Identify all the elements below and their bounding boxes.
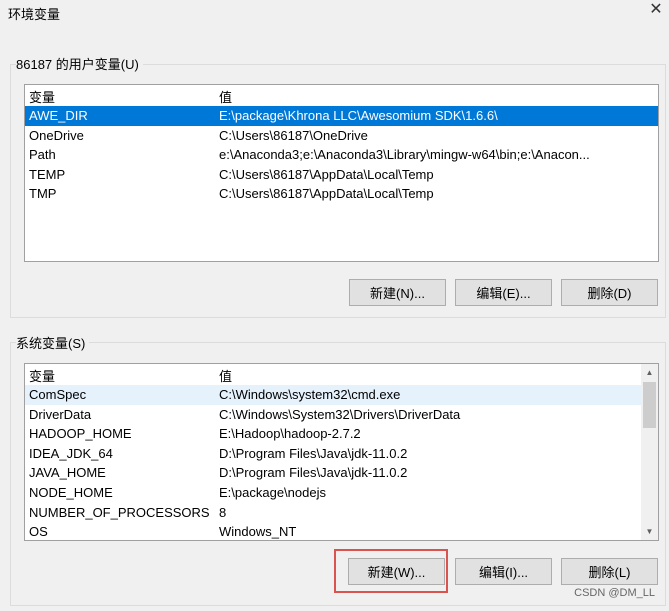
table-row[interactable]: NUMBER_OF_PROCESSORS 8 [25,503,641,523]
column-header-value[interactable]: 值 [219,87,232,106]
variable-name: IDEA_JDK_64 [29,445,113,461]
column-header-name[interactable]: 变量 [29,366,55,385]
table-row[interactable]: ComSpec C:\Windows\system32\cmd.exe [25,385,641,405]
table-row[interactable]: IDEA_JDK_64 D:\Program Files\Java\jdk-11… [25,444,641,464]
variable-value: C:\Users\86187\AppData\Local\Temp [219,166,434,182]
table-row[interactable]: Path e:\Anaconda3;e:\Anaconda3\Library\m… [25,145,658,165]
variable-value: C:\Windows\System32\Drivers\DriverData [219,406,461,422]
vertical-scrollbar[interactable]: ▲ ▼ [641,364,658,540]
variable-name: OS [29,524,48,540]
table-row[interactable]: OneDrive C:\Users\86187\OneDrive [25,126,658,146]
variable-value: E:\package\nodejs [219,485,326,500]
variable-value: C:\Users\86187\OneDrive [219,127,368,143]
scroll-down-icon[interactable]: ▼ [641,523,658,540]
table-row[interactable]: OS Windows_NT [25,522,641,540]
list-header: 变量 值 [25,85,658,105]
variable-value: D:\Program Files\Java\jdk-11.0.2 [219,465,408,481]
environment-variables-dialog: 环境变量 ✕ 86187 的用户变量(U) 变量 值 AWE_DIR E:\pa… [0,0,669,611]
user-edit-button[interactable]: 编辑(E)... [455,279,552,306]
watermark: CSDN @DM_LL [574,587,655,599]
system-variables-list[interactable]: 变量 值 ComSpec C:\Windows\system32\cmd.exe… [24,363,659,541]
column-header-name[interactable]: 变量 [29,87,55,106]
variable-name: ComSpec [29,387,87,402]
variable-value: 8 [219,504,227,520]
variable-name: TEMP [29,166,66,182]
variable-value: E:\Hadoop\hadoop-2.7.2 [219,426,361,442]
system-delete-button[interactable]: 删除(L) [561,558,658,585]
user-variables-label: 86187 的用户变量(U) [16,54,143,73]
variable-name: HADOOP_HOME [29,426,132,442]
user-delete-button[interactable]: 删除(D) [561,279,658,306]
scroll-up-icon[interactable]: ▲ [641,364,658,381]
table-row[interactable]: TEMP C:\Users\86187\AppData\Local\Temp [25,165,658,185]
variable-value: Windows_NT [219,524,297,540]
list-header: 变量 值 [25,364,641,384]
column-header-value[interactable]: 值 [219,366,232,385]
table-row[interactable]: TMP C:\Users\86187\AppData\Local\Temp [25,184,658,204]
variable-value: C:\Windows\system32\cmd.exe [219,387,401,402]
variable-name: NUMBER_OF_PROCESSORS [29,504,210,520]
table-row[interactable]: JAVA_HOME D:\Program Files\Java\jdk-11.0… [25,463,641,483]
variable-name: DriverData [29,406,92,422]
variable-value: C:\Users\86187\AppData\Local\Temp [219,186,434,202]
variable-name: AWE_DIR [29,108,88,123]
table-row[interactable]: NODE_HOME E:\package\nodejs [25,483,641,503]
variable-value: D:\Program Files\Java\jdk-11.0.2 [219,445,408,461]
system-variables-label: 系统变量(S) [16,333,90,352]
variable-name: NODE_HOME [29,485,113,500]
highlight-annotation [334,549,448,593]
user-variables-list[interactable]: 变量 值 AWE_DIR E:\package\Khrona LLC\Aweso… [24,84,659,262]
table-row[interactable]: AWE_DIR E:\package\Khrona LLC\Awesomium … [25,106,658,126]
variable-name: Path [29,147,56,163]
variable-name: JAVA_HOME [29,465,106,481]
variable-value: E:\package\Khrona LLC\Awesomium SDK\1.6.… [219,108,498,123]
user-new-button[interactable]: 新建(N)... [349,279,446,306]
variable-value: e:\Anaconda3;e:\Anaconda3\Library\mingw-… [219,147,590,163]
system-edit-button[interactable]: 编辑(I)... [455,558,552,585]
close-icon[interactable]: ✕ [647,0,665,20]
variable-name: OneDrive [29,127,84,143]
table-row[interactable]: DriverData C:\Windows\System32\Drivers\D… [25,405,641,425]
scroll-thumb[interactable] [643,382,656,428]
table-row[interactable]: HADOOP_HOME E:\Hadoop\hadoop-2.7.2 [25,424,641,444]
dialog-title: 环境变量 [8,7,61,22]
variable-name: TMP [29,186,57,202]
